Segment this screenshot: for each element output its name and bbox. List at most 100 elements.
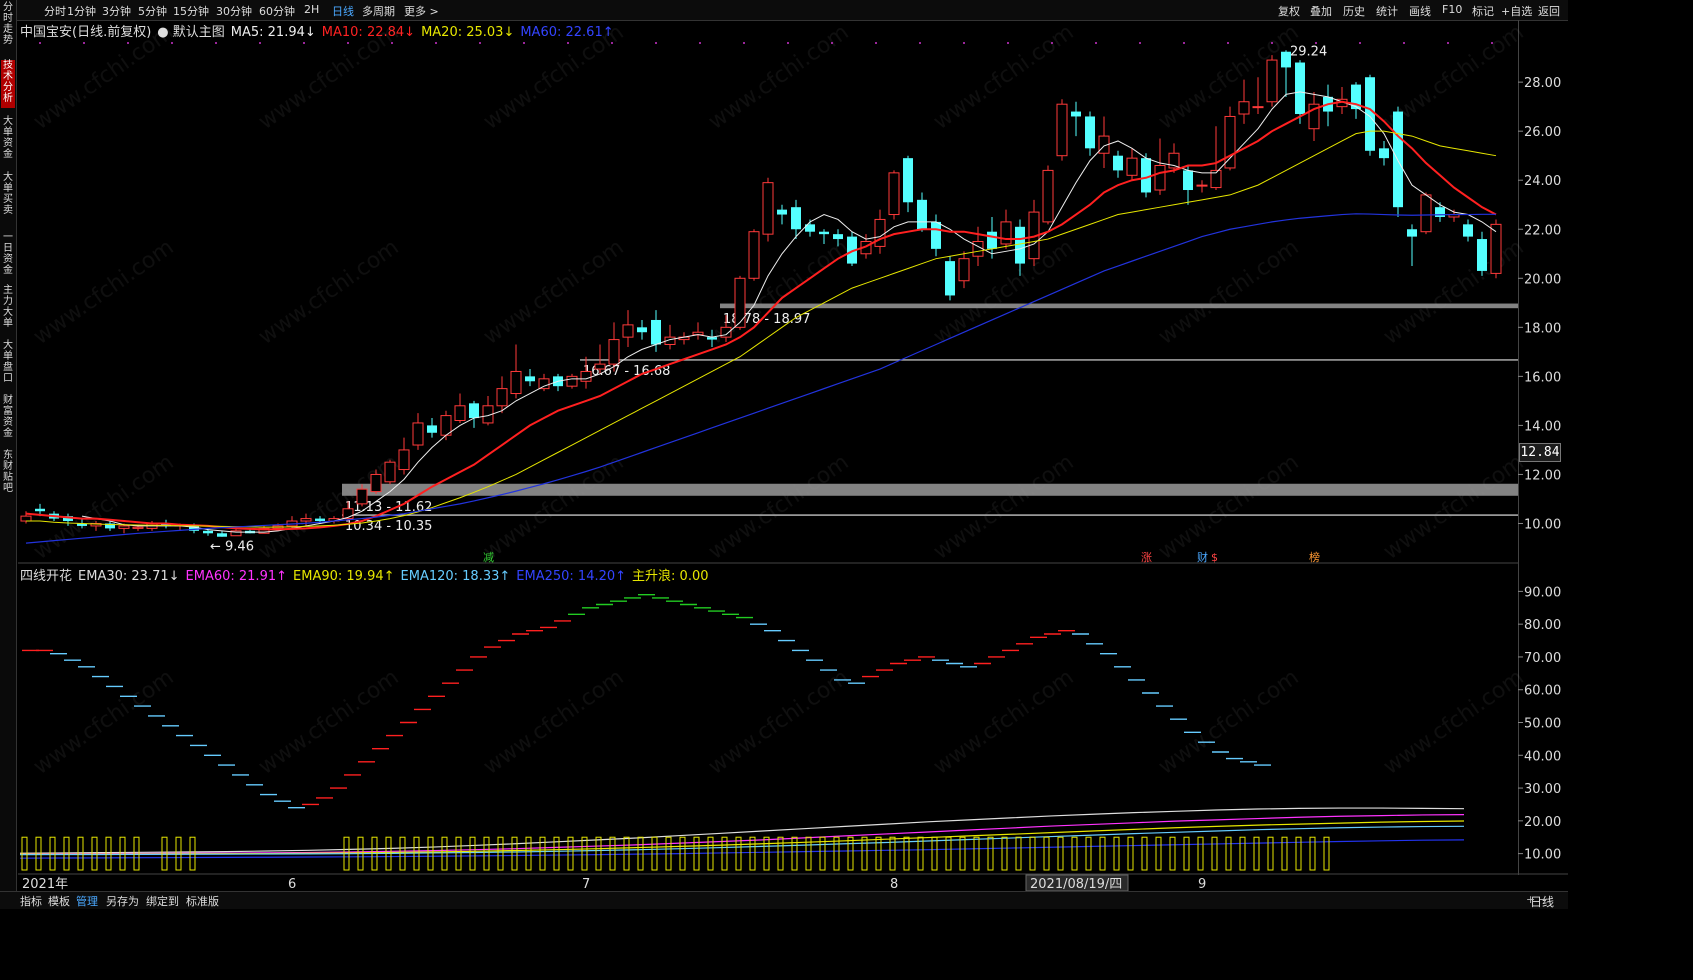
signal-bar bbox=[441, 836, 448, 871]
y-tick-label-main: 14.00 bbox=[1524, 419, 1561, 434]
candle-body-up bbox=[762, 182, 774, 235]
y-tick-label-main: 28.00 bbox=[1524, 76, 1561, 91]
candle-body-down bbox=[651, 319, 661, 345]
candle-body-down bbox=[315, 518, 325, 522]
signal-bar bbox=[1085, 836, 1092, 871]
signal-bar bbox=[525, 836, 532, 871]
event-mark: 减 bbox=[483, 551, 494, 564]
dot-marker bbox=[83, 42, 85, 44]
candle-body-down bbox=[917, 199, 927, 230]
bottom-tab-3[interactable]: 另存为 bbox=[106, 893, 139, 909]
watermark-text: www.cfchi.com bbox=[1379, 235, 1528, 350]
y-tick-label-main: 20.00 bbox=[1524, 272, 1561, 287]
signal-bar bbox=[455, 836, 462, 871]
y-tick-label-sub: 80.00 bbox=[1524, 618, 1561, 633]
signal-bar bbox=[427, 836, 434, 871]
dot-marker bbox=[1491, 42, 1493, 44]
candle-body-up bbox=[118, 525, 130, 529]
candle-body-down bbox=[469, 403, 479, 419]
x-tick-label: 7 bbox=[582, 877, 590, 892]
candle-body-down bbox=[903, 158, 913, 203]
signal-bar bbox=[1169, 836, 1176, 871]
dot-marker bbox=[1403, 42, 1405, 44]
dot-marker bbox=[39, 42, 41, 44]
x-tick-label: 9 bbox=[1198, 877, 1206, 892]
price-annotation: ← 9.46 bbox=[210, 540, 254, 555]
kline-chart-canvas[interactable]: www.cfchi.com www.cfchi.com www.cfchi.com w… bbox=[0, 0, 1568, 908]
dot-marker bbox=[1447, 42, 1449, 44]
candle-body-down bbox=[1113, 155, 1123, 171]
candle-body-down bbox=[1435, 207, 1445, 217]
candle-body-up bbox=[300, 518, 312, 522]
signal-bar bbox=[973, 836, 980, 871]
candle-body-up bbox=[1238, 101, 1250, 115]
signal-bar bbox=[595, 836, 602, 871]
y-tick-label-sub: 10.00 bbox=[1524, 848, 1561, 863]
candle-body-up bbox=[1266, 59, 1278, 103]
candle-body-down bbox=[931, 221, 941, 249]
candle-body-down bbox=[1085, 116, 1095, 149]
signal-bar bbox=[1225, 836, 1232, 871]
y-tick-label-main: 22.00 bbox=[1524, 223, 1561, 238]
candle-body-up bbox=[1126, 157, 1138, 176]
candle-body-up bbox=[566, 375, 578, 387]
candle-body-down bbox=[1141, 158, 1151, 193]
dot-marker bbox=[699, 42, 701, 44]
candle-body-down bbox=[791, 207, 801, 230]
dot-marker bbox=[171, 42, 173, 44]
dot-marker bbox=[215, 42, 217, 44]
dot-marker bbox=[479, 42, 481, 44]
y-tick-label-sub: 60.00 bbox=[1524, 684, 1561, 699]
signal-bar bbox=[861, 836, 868, 871]
candle-body-up bbox=[1056, 103, 1068, 157]
dot-marker bbox=[523, 42, 525, 44]
bottom-tab-5[interactable]: 标准版 bbox=[186, 893, 219, 909]
watermark-text: www.cfchi.com bbox=[704, 450, 853, 565]
candle-body-up bbox=[398, 449, 410, 471]
dot-marker bbox=[875, 42, 877, 44]
candle-body-up bbox=[356, 488, 368, 505]
x-tick-label: 2021/08/19/四 bbox=[1030, 877, 1122, 892]
bottom-tab-1[interactable]: 模板 bbox=[48, 893, 70, 909]
watermark-text: www.cfchi.com bbox=[29, 665, 178, 780]
signal-bar bbox=[1001, 836, 1008, 871]
dot-marker bbox=[347, 42, 349, 44]
watermark-text: www.cfchi.com bbox=[1379, 450, 1528, 565]
candle-body-up bbox=[748, 231, 760, 279]
signal-bar bbox=[945, 836, 952, 871]
ema-line-ema90 bbox=[19, 820, 1465, 855]
candle-body-down bbox=[1477, 239, 1487, 271]
watermark-layer: www.cfchi.com www.cfchi.com www.cfchi.com w… bbox=[29, 20, 1528, 780]
candle-body-down bbox=[1071, 111, 1081, 117]
bottom-tab-2[interactable]: 管理 bbox=[76, 893, 98, 909]
signal-bar bbox=[1113, 836, 1120, 871]
signal-bar bbox=[1211, 836, 1218, 871]
candle-body-up bbox=[370, 473, 382, 493]
watermark-text: www.cfchi.com bbox=[929, 20, 1078, 135]
support-zone bbox=[342, 483, 1518, 496]
bottom-tab-4[interactable]: 绑定到 bbox=[146, 893, 179, 909]
candle-body-down bbox=[1015, 226, 1025, 264]
support-zone bbox=[720, 303, 1518, 309]
signal-bar bbox=[1029, 836, 1036, 871]
y-tick-label-sub: 70.00 bbox=[1524, 651, 1561, 666]
candle-body-down bbox=[1393, 111, 1403, 208]
signal-bar bbox=[1127, 836, 1134, 871]
candle-body-down bbox=[525, 376, 535, 382]
dot-marker bbox=[963, 42, 965, 44]
event-mark: 涨 bbox=[1141, 551, 1152, 564]
dot-marker bbox=[1315, 42, 1317, 44]
bottom-tab-0[interactable]: 指标 bbox=[20, 893, 42, 909]
dot-marker bbox=[919, 42, 921, 44]
dot-marker bbox=[1051, 42, 1053, 44]
candle-body-down bbox=[1463, 224, 1473, 237]
dot-marker bbox=[787, 42, 789, 44]
signal-bar bbox=[511, 836, 518, 871]
zoom-controls[interactable]: + − bbox=[1526, 893, 1548, 906]
candle-body-down bbox=[203, 530, 213, 534]
watermark-text: www.cfchi.com bbox=[254, 665, 403, 780]
watermark-text: www.cfchi.com bbox=[704, 665, 853, 780]
dot-marker bbox=[1183, 42, 1185, 44]
signal-bar bbox=[847, 836, 854, 871]
dot-marker bbox=[567, 42, 569, 44]
